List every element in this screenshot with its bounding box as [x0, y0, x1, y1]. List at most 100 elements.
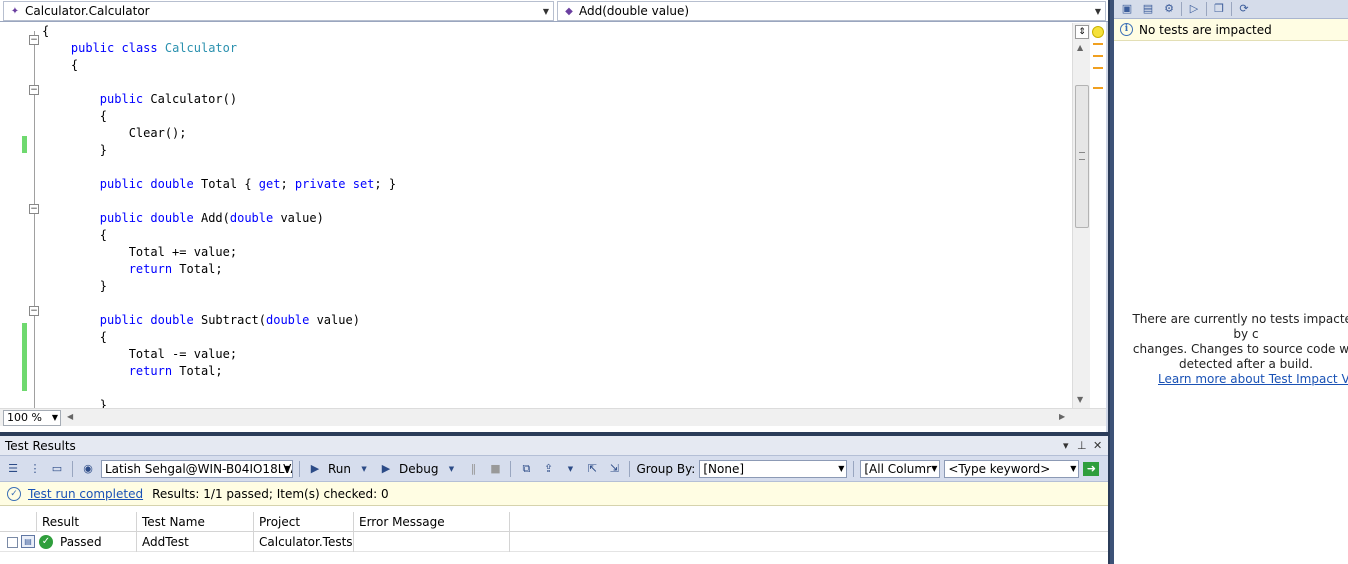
column-header-result[interactable]: Result [37, 512, 137, 532]
toolbar-separator [72, 460, 73, 477]
code-line[interactable]: public double Total { get; private set; … [42, 176, 396, 193]
code-text: { [42, 109, 108, 123]
code-editor: ✦ Calculator.Calculator ▼ ◆ Add(double v… [0, 0, 1108, 432]
chevron-down-icon[interactable]: ▼ [355, 460, 373, 478]
run-icon[interactable]: ▶ [306, 460, 324, 478]
results-options-icon[interactable]: ⇲ [605, 460, 623, 478]
import-results-icon[interactable]: ⧉ [517, 460, 535, 478]
horizontal-scrollbar[interactable]: 100 % ▼ ◀ ▶ [0, 408, 1106, 426]
columns-select[interactable]: [All Columr ▼ [860, 459, 941, 478]
stop-icon[interactable]: ■ [486, 460, 504, 478]
result-details-icon[interactable]: ▭ [48, 460, 66, 478]
list-view-icon[interactable]: ☰ [4, 460, 22, 478]
chevron-down-icon[interactable]: ▼ [52, 411, 58, 425]
splitter-icon[interactable]: ⇕ [1075, 25, 1089, 39]
impact-message-line: detected after a build. [1179, 357, 1313, 371]
show-changed-methods-icon[interactable]: ⚙ [1160, 1, 1178, 17]
code-line[interactable]: public double Add(double value) [42, 210, 396, 227]
code-line[interactable]: { [42, 329, 396, 346]
code-text-area[interactable]: − − − − { public class Calculator { publ… [0, 23, 1072, 408]
code-keyword: double [150, 211, 194, 225]
tree-view-icon[interactable]: ⋮ [26, 460, 44, 478]
pin-icon[interactable]: ⊥ [1077, 436, 1087, 456]
code-line[interactable]: public class Calculator [42, 40, 396, 57]
member-dropdown-value: Add(double value) [579, 4, 690, 18]
code-line[interactable]: Total += value; [42, 244, 396, 261]
code-line[interactable]: return Total; [42, 261, 396, 278]
copy-icon[interactable]: ❐ [1210, 1, 1228, 17]
row-checkbox[interactable] [7, 537, 18, 548]
scroll-up-icon[interactable]: ▲ [1077, 43, 1083, 52]
code-line[interactable]: { [42, 108, 396, 125]
code-line[interactable]: { [42, 23, 396, 40]
chevron-down-icon[interactable]: ▼ [442, 460, 460, 478]
run-tests-icon[interactable]: ▷ [1185, 1, 1203, 17]
apply-filter-icon[interactable]: ➜ [1083, 461, 1100, 476]
scroll-left-icon[interactable]: ◀ [67, 412, 73, 421]
chevron-down-icon[interactable]: ▼ [838, 461, 844, 477]
learn-more-link[interactable]: Learn more about Test Impact View [1158, 372, 1348, 386]
type-dropdown[interactable]: ✦ Calculator.Calculator ▼ [3, 1, 554, 21]
collapse-constructor-button[interactable]: − [29, 85, 39, 95]
member-dropdown[interactable]: ◆ Add(double value) ▼ [557, 1, 1106, 21]
show-calling-tests-icon[interactable]: ▤ [1139, 1, 1157, 17]
pause-icon[interactable]: ‖ [464, 460, 482, 478]
chevron-down-icon[interactable]: ▼ [561, 460, 579, 478]
zoom-combo[interactable]: 100 % ▼ [3, 410, 61, 426]
vertical-scrollbar[interactable]: ⇕ ▲ ▼ [1072, 23, 1090, 408]
code-line[interactable] [42, 159, 396, 176]
keyword-filter-value: <Type keyword> [948, 461, 1051, 476]
grip-icon [1079, 152, 1085, 160]
code-line[interactable]: Clear(); [42, 125, 396, 142]
chevron-down-icon[interactable]: ▼ [1070, 461, 1076, 477]
test-run-completed-link[interactable]: Test run completed [28, 487, 143, 501]
code-line[interactable] [42, 74, 396, 91]
code-line[interactable]: return Total; [42, 363, 396, 380]
chevron-down-icon[interactable]: ▼ [539, 7, 553, 16]
code-line[interactable]: } [42, 142, 396, 159]
collapse-subtract-button[interactable]: − [29, 306, 39, 316]
chevron-down-icon[interactable]: ▼ [931, 461, 937, 477]
column-header-error-message[interactable]: Error Message [354, 512, 510, 532]
code-keyword: public [99, 313, 144, 327]
debug-icon[interactable]: ▶ [377, 460, 395, 478]
show-impacted-tests-icon[interactable]: ▣ [1118, 1, 1136, 17]
code-line[interactable]: public Calculator() [42, 91, 396, 108]
code-line[interactable] [42, 295, 396, 312]
collapse-add-button[interactable]: − [29, 204, 39, 214]
code-line[interactable]: { [42, 227, 396, 244]
scroll-right-icon[interactable]: ▶ [1059, 412, 1065, 421]
code-line[interactable] [42, 193, 396, 210]
debug-button[interactable]: Debug [399, 462, 438, 476]
export-results-icon[interactable]: ⇪ [539, 460, 557, 478]
group-by-select[interactable]: [None] ▼ [699, 459, 848, 478]
close-icon[interactable]: ✕ [1093, 436, 1102, 456]
chevron-down-icon[interactable]: ▼ [1091, 7, 1105, 16]
code-text: value) [309, 313, 360, 327]
code-line[interactable]: { [42, 57, 396, 74]
code-line[interactable]: } [42, 278, 396, 295]
scroll-thumb[interactable] [1075, 85, 1089, 228]
test-results-title-bar: Test Results ▾ ⊥ ✕ [0, 436, 1108, 456]
refresh-icon[interactable]: ⟳ [1235, 1, 1253, 17]
collapse-class-button[interactable]: − [29, 35, 39, 45]
column-header-test-name[interactable]: Test Name [137, 512, 254, 532]
keyword-filter[interactable]: <Type keyword> ▼ [944, 459, 1080, 478]
code-line[interactable] [42, 380, 396, 397]
scroll-down-icon[interactable]: ▼ [1077, 395, 1083, 404]
test-run-select[interactable]: Latish Sehgal@WIN-B04IO18LVAI ▼ [101, 459, 293, 478]
code-line[interactable]: } [42, 397, 396, 408]
window-position-icon[interactable]: ▾ [1063, 436, 1069, 456]
run-button[interactable]: Run [328, 462, 351, 476]
publish-icon[interactable]: ⇱ [583, 460, 601, 478]
lightbulb-icon[interactable] [1092, 26, 1104, 38]
chevron-down-icon[interactable]: ▼ [284, 461, 290, 477]
table-row[interactable]: ▤ ✓ Passed AddTest Calculator.Tests [0, 532, 1108, 552]
code-line[interactable]: Total -= value; [42, 346, 396, 363]
code-keyword: get [258, 177, 281, 191]
code-line[interactable]: public double Subtract(double value) [42, 312, 396, 329]
column-header-project[interactable]: Project [254, 512, 354, 532]
